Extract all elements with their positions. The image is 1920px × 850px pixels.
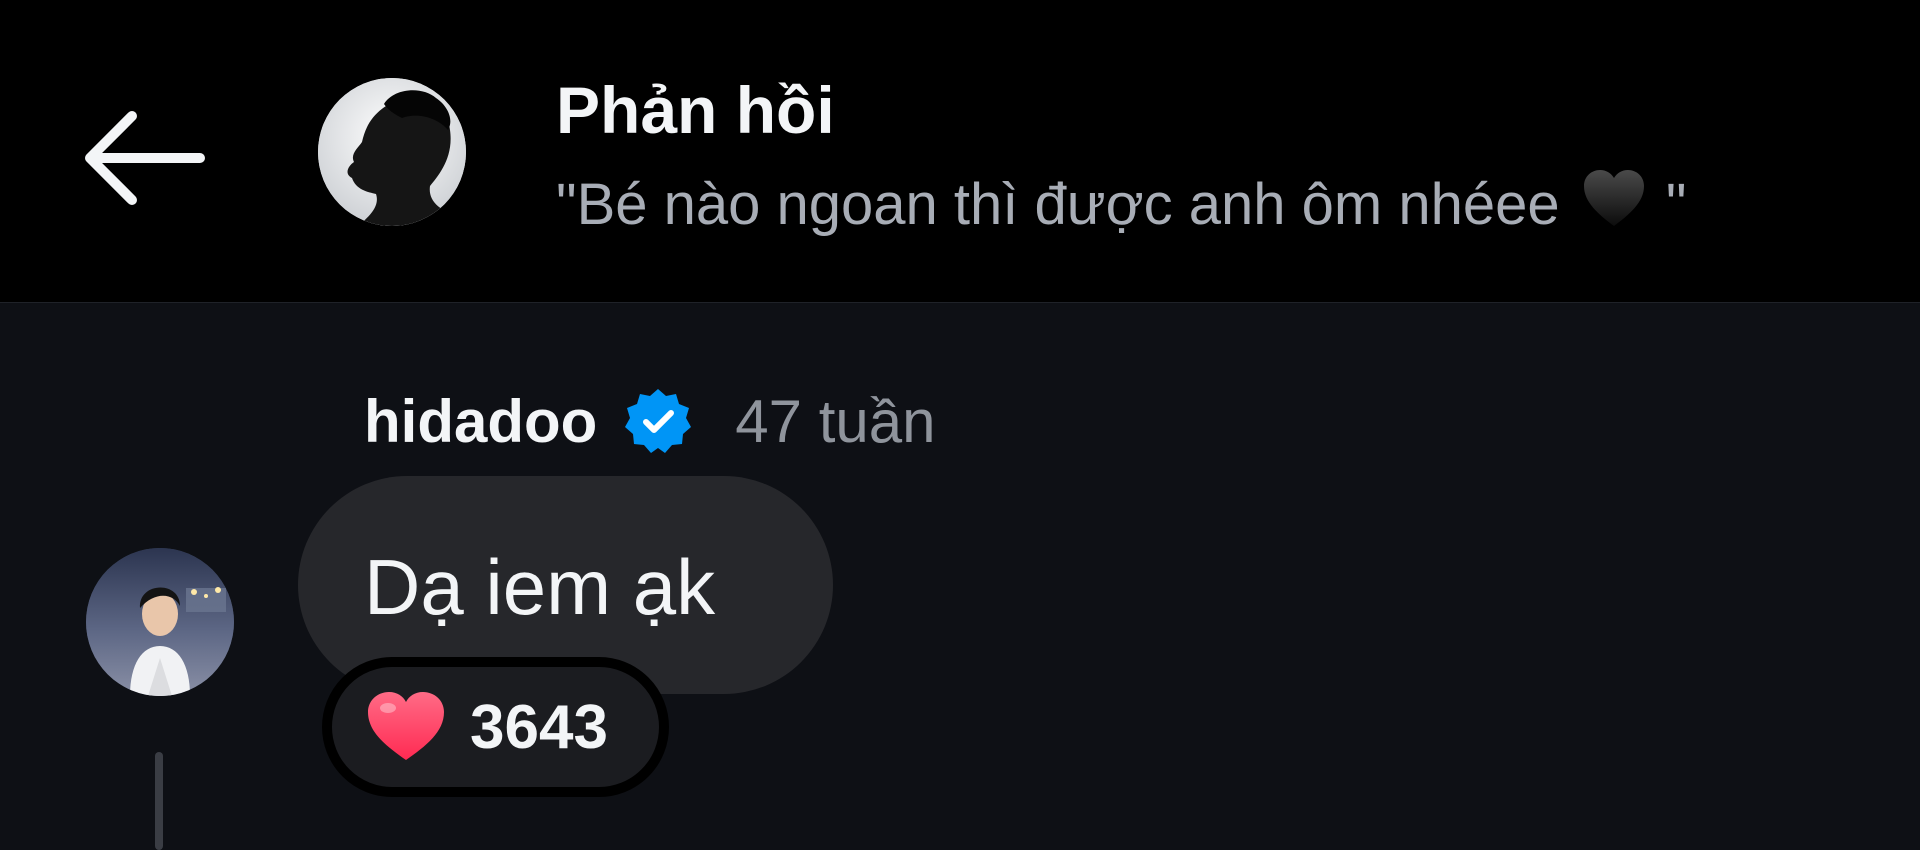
thread-line xyxy=(155,752,163,850)
like-count: 3643 xyxy=(470,692,608,762)
username-link[interactable]: hidadoo xyxy=(364,387,597,456)
user-avatar[interactable] xyxy=(86,548,234,696)
profile-photo-icon xyxy=(86,548,234,696)
reply-meta: hidadoo 47 tuần xyxy=(364,386,935,456)
back-button[interactable] xyxy=(80,108,210,208)
caption-text: "Bé nào ngoan thì được anh ôm nhéee xyxy=(556,172,1560,237)
profile-silhouette-icon xyxy=(318,78,466,226)
page-title: Phản hồi xyxy=(556,73,835,147)
like-button[interactable]: 3643 xyxy=(322,657,669,797)
heart-icon xyxy=(368,692,444,760)
arrow-left-icon xyxy=(85,111,205,205)
reply-message: Dạ iem ạk xyxy=(364,543,716,631)
verified-badge-icon xyxy=(625,389,692,453)
caption-quote-close: " xyxy=(1665,172,1687,237)
black-heart-icon xyxy=(1583,170,1644,226)
post-caption: "Bé nào ngoan thì được anh ôm nhéee " xyxy=(556,168,1686,238)
timestamp: 47 tuần xyxy=(735,387,936,455)
header-bar: Phản hồi "Bé nào ngoan thì được anh ôm n… xyxy=(0,0,1920,303)
header-avatar[interactable] xyxy=(318,78,466,226)
